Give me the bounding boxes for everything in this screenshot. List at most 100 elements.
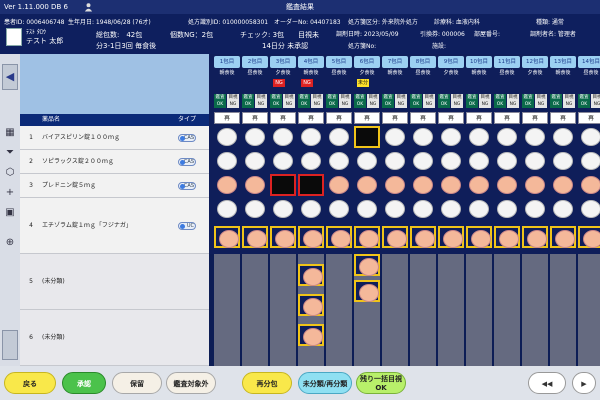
- ok-ng-toggle[interactable]: 鑑査OK 目視NG: [354, 94, 380, 108]
- pill-cell[interactable]: [410, 198, 436, 220]
- filter-icon[interactable]: ⏷: [3, 146, 17, 160]
- ok-ng-toggle[interactable]: 鑑査OK 目視NG: [522, 94, 548, 108]
- ok-ng-toggle[interactable]: 鑑査OK 目視NG: [438, 94, 464, 108]
- pack-column[interactable]: 12包目 夕食後 鑑査OK 目視NG 再: [521, 54, 549, 366]
- pill-cell[interactable]: [466, 150, 492, 172]
- drug-row[interactable]: 2 ソピラックス錠２００ｍｇ CAS: [20, 150, 209, 174]
- pill-cell[interactable]: [298, 226, 324, 248]
- pack-label[interactable]: 11包目: [494, 56, 520, 68]
- pill-cell[interactable]: [466, 174, 492, 196]
- redo-button[interactable]: 再: [522, 112, 548, 124]
- pill-cell[interactable]: [382, 174, 408, 196]
- pill-cell[interactable]: [214, 150, 240, 172]
- ok-ng-toggle[interactable]: 鑑査OK 目視NG: [298, 94, 324, 108]
- pill-cell[interactable]: [578, 174, 600, 196]
- ok-ng-toggle[interactable]: 鑑査OK 目視NG: [550, 94, 576, 108]
- type-toggle[interactable]: CAS: [178, 158, 196, 166]
- pack-label[interactable]: 4包目: [298, 56, 324, 68]
- pill-cell[interactable]: [354, 174, 380, 196]
- pill-cell[interactable]: [242, 226, 268, 248]
- visual-ng[interactable]: 目視NG: [283, 94, 295, 108]
- pack-label[interactable]: 14包目: [578, 56, 600, 68]
- pill-cell[interactable]: [522, 198, 548, 220]
- pill-cell[interactable]: [578, 150, 600, 172]
- pack-column[interactable]: 2包目 昼食後 鑑査OK 目視NG 再: [241, 54, 269, 366]
- pill-cell[interactable]: [270, 226, 296, 248]
- pill-cell[interactable]: [242, 174, 268, 196]
- audit-ok[interactable]: 鑑査OK: [214, 94, 226, 108]
- pill-cell[interactable]: [466, 198, 492, 220]
- type-toggle[interactable]: CAS: [178, 134, 196, 142]
- pill-cell[interactable]: [550, 126, 576, 148]
- redo-button[interactable]: 再: [578, 112, 600, 124]
- visual-ng[interactable]: 目視NG: [311, 94, 323, 108]
- audit-ok[interactable]: 鑑査OK: [354, 94, 366, 108]
- type-toggle[interactable]: UC: [178, 222, 196, 230]
- ok-ng-toggle[interactable]: 鑑査OK 目視NG: [578, 94, 600, 108]
- pill-cell[interactable]: [494, 150, 520, 172]
- audit-ok[interactable]: 鑑査OK: [494, 94, 506, 108]
- pack-column[interactable]: 13包目 朝食後 鑑査OK 目視NG 再: [549, 54, 577, 366]
- pill-cell[interactable]: [578, 198, 600, 220]
- pill-cell[interactable]: [522, 150, 548, 172]
- pack-label[interactable]: 10包目: [466, 56, 492, 68]
- pack-column[interactable]: 14包目 昼食後 鑑査OK 目視NG 再: [577, 54, 600, 366]
- pill-cell[interactable]: [494, 198, 520, 220]
- ok-ng-toggle[interactable]: 鑑査OK 目視NG: [242, 94, 268, 108]
- pill-cell[interactable]: [550, 198, 576, 220]
- collapse-arrow-button[interactable]: ◀: [2, 64, 18, 90]
- pill-cell[interactable]: [326, 198, 352, 220]
- redo-button[interactable]: 再: [270, 112, 296, 124]
- pill-cell[interactable]: [242, 126, 268, 148]
- redo-button[interactable]: 再: [242, 112, 268, 124]
- pill-cell[interactable]: [522, 174, 548, 196]
- pill-cell[interactable]: [326, 174, 352, 196]
- pack-label[interactable]: 9包目: [438, 56, 464, 68]
- visual-ng[interactable]: 目視NG: [535, 94, 547, 108]
- pill-cell[interactable]: [298, 174, 324, 196]
- pack-column[interactable]: 5包目 昼食後 鑑査OK 目視NG 再: [325, 54, 353, 366]
- pill-cell[interactable]: [382, 198, 408, 220]
- ok-ng-toggle[interactable]: 鑑査OK 目視NG: [494, 94, 520, 108]
- pill-cell[interactable]: [494, 174, 520, 196]
- pill-cell[interactable]: [438, 226, 464, 248]
- pack-column[interactable]: 8包目 昼食後 鑑査OK 目視NG 再: [409, 54, 437, 366]
- audit-ok[interactable]: 鑑査OK: [270, 94, 282, 108]
- pill-cell[interactable]: [550, 150, 576, 172]
- pill-cell[interactable]: [466, 126, 492, 148]
- pill-cell[interactable]: [382, 226, 408, 248]
- redo-button[interactable]: 再: [354, 112, 380, 124]
- visual-ng[interactable]: 目視NG: [255, 94, 267, 108]
- pack-label[interactable]: 6包目: [354, 56, 380, 68]
- unsorted-pill[interactable]: [298, 294, 324, 316]
- pill-cell[interactable]: [354, 126, 380, 148]
- pill-cell[interactable]: [494, 226, 520, 248]
- drug-row[interactable]: 5 (未分類): [20, 254, 209, 310]
- pill-cell[interactable]: [242, 150, 268, 172]
- pill-cell[interactable]: [270, 126, 296, 148]
- audit-ok[interactable]: 鑑査OK: [242, 94, 254, 108]
- audit-ok[interactable]: 鑑査OK: [522, 94, 534, 108]
- pack-label[interactable]: 3包目: [270, 56, 296, 68]
- pack-label[interactable]: 8包目: [410, 56, 436, 68]
- redo-button[interactable]: 再: [438, 112, 464, 124]
- audit-ok[interactable]: 鑑査OK: [550, 94, 562, 108]
- pill-cell[interactable]: [298, 150, 324, 172]
- pill-cell[interactable]: [550, 174, 576, 196]
- pill-cell[interactable]: [270, 150, 296, 172]
- pill-cell[interactable]: [298, 198, 324, 220]
- pill-cell[interactable]: [438, 198, 464, 220]
- pill-cell[interactable]: [410, 226, 436, 248]
- pack-column[interactable]: 1包目 朝食後 鑑査OK 目視NG 再: [213, 54, 241, 366]
- pack-label[interactable]: 1包目: [214, 56, 240, 68]
- visual-ng[interactable]: 目視NG: [451, 94, 463, 108]
- unsorted-pill[interactable]: [354, 280, 380, 302]
- pack-label[interactable]: 2包目: [242, 56, 268, 68]
- pill-cell[interactable]: [326, 126, 352, 148]
- pill-cell[interactable]: [354, 198, 380, 220]
- pack-label[interactable]: 12包目: [522, 56, 548, 68]
- pill-cell[interactable]: [214, 174, 240, 196]
- pill-cell[interactable]: [410, 126, 436, 148]
- redo-button[interactable]: 再: [326, 112, 352, 124]
- audit-ok[interactable]: 鑑査OK: [438, 94, 450, 108]
